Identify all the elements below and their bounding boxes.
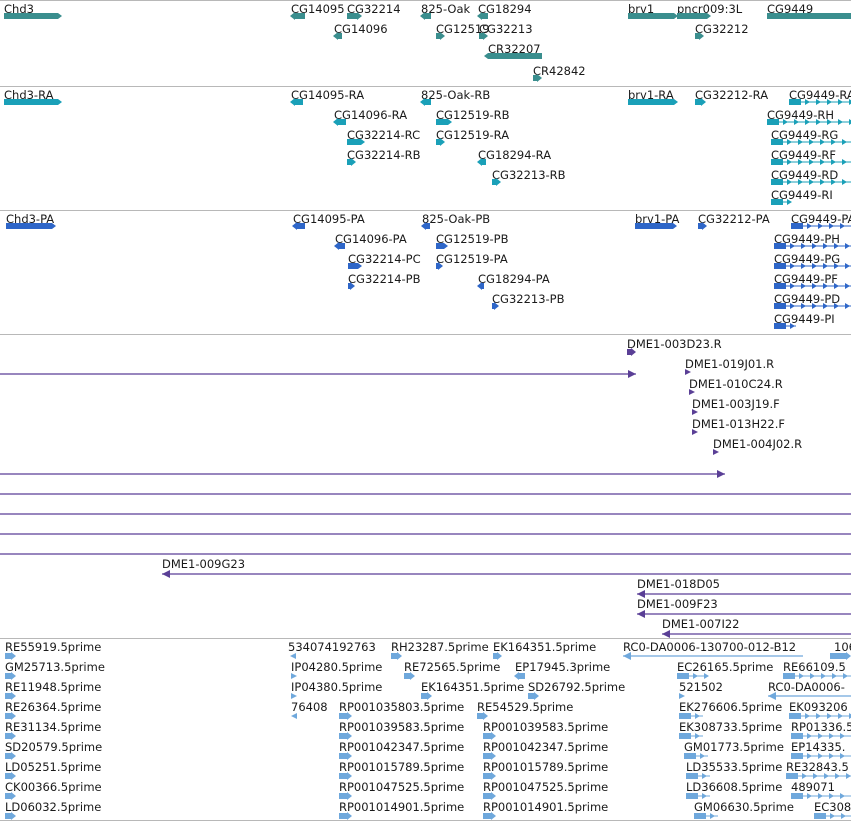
- feature-label: EC308: [814, 800, 851, 814]
- feature-label: SD20579.5prime: [5, 740, 103, 754]
- feature-label: GM01773.5prime: [684, 740, 784, 754]
- feature-label: LD06032.5prime: [5, 800, 102, 814]
- feature-label: RP001047525.5prime: [339, 780, 465, 794]
- feature-label: RP001047525.5prime: [483, 780, 609, 794]
- track-divider: [0, 334, 851, 335]
- feature-label: 489071: [791, 780, 835, 794]
- feature-label: LD05251.5prime: [5, 760, 102, 774]
- feature-label: CG32212-RA: [695, 88, 769, 102]
- feature-label: RE66109.5: [783, 660, 846, 674]
- feature-label: CG18294-RA: [478, 148, 552, 162]
- feature-label: CG32213: [479, 22, 533, 36]
- feature-label: 825-Oak-RB: [421, 88, 491, 102]
- feature-label: RE54529.5prime: [477, 700, 574, 714]
- genome-browser-view[interactable]: Chd3 CG14095 CG32214 825-Oak CG18294 brv1 pncr…: [0, 0, 851, 823]
- feature-label: CG32212: [695, 22, 749, 36]
- feature-label: RE11948.5prime: [5, 680, 102, 694]
- feature-label: EK093206: [789, 700, 848, 714]
- feature-label: RE32843.5: [786, 760, 849, 774]
- feature-label: LD36608.5prime: [686, 780, 783, 794]
- feature-label: RP01336.5: [791, 720, 851, 734]
- feature-label: EK164351.5prime: [493, 640, 597, 654]
- feature-label: EP17945.3prime: [515, 660, 611, 674]
- feature-label: RP001035803.5prime: [339, 700, 465, 714]
- feature-label: RP001039583.5prime: [339, 720, 465, 734]
- feature-label: RH23287.5prime: [391, 640, 489, 654]
- feature-label: 534074192763: [288, 640, 376, 654]
- feature-label: 76408: [291, 700, 328, 714]
- track-divider: [0, 820, 851, 821]
- feature-label: LD35533.5prime: [686, 760, 783, 774]
- feature-label: DME1-019J01.R: [685, 357, 775, 371]
- feature-label: DME1-004J02.R: [713, 437, 803, 451]
- feature-label: DME1-013H22.F: [692, 417, 786, 431]
- feature-label: GM25713.5prime: [5, 660, 105, 674]
- track-divider: [0, 210, 851, 211]
- feature-label: EP14335.: [791, 740, 846, 754]
- feature-label: CR42842: [533, 64, 586, 78]
- feature-label: CG12519-RA: [436, 128, 510, 142]
- feature-label: EK276606.5prime: [679, 700, 783, 714]
- feature-label: RP001014901.5prime: [483, 800, 609, 814]
- feature-label: 825-Oak-PB: [422, 212, 491, 226]
- track-divider: [0, 86, 851, 87]
- feature-label: RP001014901.5prime: [339, 800, 465, 814]
- feature-label: CG32213-PB: [492, 292, 565, 306]
- feature-label: RC0-DA0006-: [768, 680, 845, 694]
- feature-label: CG32214-RB: [347, 148, 421, 162]
- feature-label: DME1-003J19.F: [692, 397, 780, 411]
- feature-label: GM06630.5prime: [694, 800, 794, 814]
- feature-label: 106: [834, 640, 851, 654]
- feature-label: CG12519-PB: [436, 232, 509, 246]
- feature-label: RP001042347.5prime: [339, 740, 465, 754]
- feature-label: RE72565.5prime: [404, 660, 501, 674]
- feature-label: EK308733.5prime: [679, 720, 783, 734]
- feature-label: DME1-009G23: [162, 557, 246, 571]
- feature-label: RE26364.5prime: [5, 700, 102, 714]
- feature-label: CG32214-PB: [348, 272, 421, 286]
- feature-label: CG32212-PA: [698, 212, 770, 226]
- feature-label: IP04380.5prime: [291, 680, 383, 694]
- feature-label: RE31134.5prime: [5, 720, 102, 734]
- feature-label: CG14096: [334, 22, 388, 36]
- feature-label: DME1-018D05: [637, 577, 720, 591]
- feature-label: DME1-003D23.R: [627, 337, 722, 351]
- feature-label: CK00366.5prime: [5, 780, 102, 794]
- feature-label: DME1-009F23: [637, 597, 718, 611]
- feature-label: DME1-007I22: [662, 617, 740, 631]
- feature-label: CG14096-PA: [335, 232, 407, 246]
- feature-label: 521502: [679, 680, 723, 694]
- feature-label: RP001042347.5prime: [483, 740, 609, 754]
- feature-label: CG32213-RB: [492, 168, 566, 182]
- feature-label: RP001015789.5prime: [483, 760, 609, 774]
- feature-label: RE55919.5prime: [5, 640, 102, 654]
- track-divider: [0, 0, 851, 1]
- feature-label: SD26792.5prime: [528, 680, 626, 694]
- feature-label: RC0-DA0006-130700-012-B12: [623, 640, 797, 654]
- feature-label: EC26165.5prime: [677, 660, 774, 674]
- feature-label: IP04280.5prime: [291, 660, 383, 674]
- track-divider: [0, 638, 851, 639]
- feature-label: CG18294-PA: [478, 272, 550, 286]
- feature-label: EK164351.5prime: [421, 680, 525, 694]
- feature-glyph: [814, 813, 851, 819]
- feature-label: RP001015789.5prime: [339, 760, 465, 774]
- feature-label: DME1-010C24.R: [689, 377, 783, 391]
- feature-label: CG12519-PA: [436, 252, 508, 266]
- feature-label: RP001039583.5prime: [483, 720, 609, 734]
